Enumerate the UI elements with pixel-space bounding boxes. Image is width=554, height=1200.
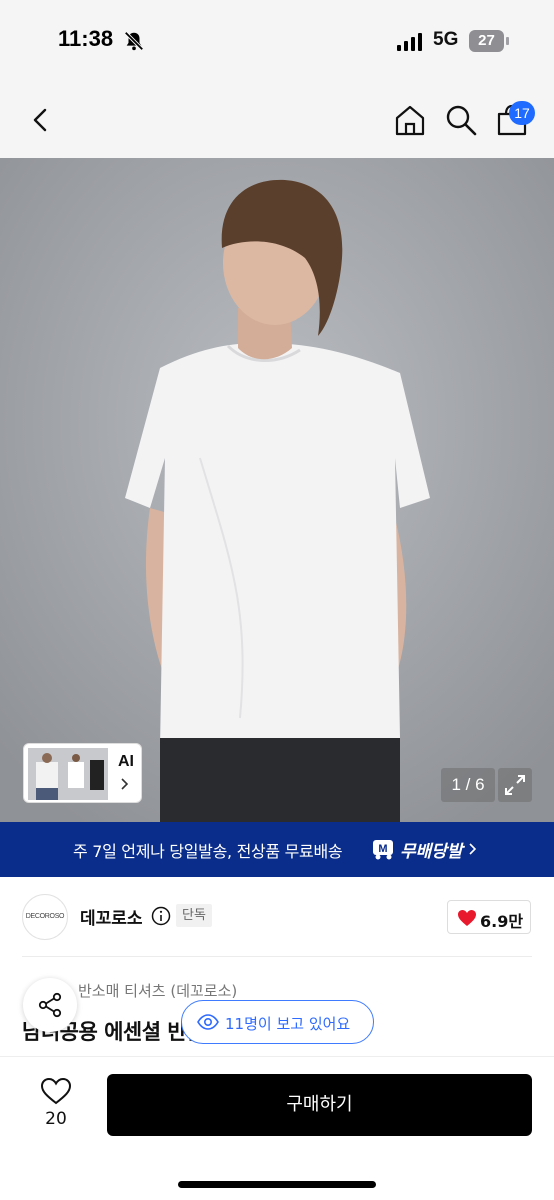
viewers-text: 11명이 보고 있어요	[225, 1015, 351, 1033]
product-image[interactable]	[0, 158, 554, 822]
signal-icon	[397, 33, 422, 51]
divider	[22, 956, 532, 957]
svg-text:M: M	[378, 843, 387, 855]
home-button[interactable]	[392, 102, 428, 138]
status-time: 11:38	[58, 26, 114, 51]
bell-off-icon	[124, 31, 144, 51]
home-indicator	[178, 1181, 376, 1188]
bottom-action-bar: 20 구매하기	[0, 1056, 554, 1200]
search-button[interactable]	[443, 102, 479, 138]
thumbnail-strip	[28, 748, 108, 800]
battery-icon: 27	[469, 30, 509, 52]
chevron-right-icon	[469, 843, 477, 855]
shipping-banner[interactable]: 주 7일 언제나 당일발송, 전상품 무료배송 M 무배당발	[0, 822, 554, 877]
brand-logo[interactable]: DECOROSO	[22, 894, 68, 940]
like-count: 6.9만	[480, 912, 524, 931]
expand-icon	[505, 775, 525, 795]
expand-image-button[interactable]	[498, 768, 532, 802]
product-category[interactable]: 반소매 티셔츠 (데꼬로소)	[78, 980, 237, 1001]
heart-icon	[458, 910, 476, 926]
info-icon[interactable]	[151, 906, 171, 926]
chevron-right-icon	[121, 778, 129, 790]
share-icon	[38, 992, 62, 1018]
buy-button[interactable]: 구매하기	[107, 1074, 532, 1136]
network-label: 5G	[433, 29, 459, 50]
shipping-service-name: 무배당발	[400, 842, 463, 862]
exclusive-badge: 단독	[176, 904, 212, 927]
model-photo	[0, 158, 554, 822]
battery-level: 27	[469, 30, 504, 52]
viewers-indicator: 11명이 보고 있어요	[181, 1000, 374, 1044]
image-page-counter: 1 / 6	[441, 768, 495, 802]
cart-count-badge: 17	[509, 101, 535, 125]
delivery-logo-icon: M	[373, 840, 393, 860]
status-bar: 11:38 5G 27	[0, 0, 554, 84]
share-button[interactable]	[23, 978, 77, 1032]
wishlist-count: 20	[45, 1109, 67, 1129]
brand-like-button[interactable]: 6.9만	[447, 900, 531, 934]
wishlist-button[interactable]: 20	[26, 1075, 86, 1135]
ai-thumbnail-card[interactable]: AI	[23, 743, 142, 803]
ai-label: AI	[118, 753, 134, 770]
brand-name[interactable]: 데꼬로소	[80, 904, 143, 929]
brand-row: DECOROSO 데꼬로소 단독 6.9만	[0, 877, 554, 957]
back-button[interactable]	[22, 102, 58, 138]
shipping-text: 주 7일 언제나 당일발송, 전상품 무료배송	[73, 842, 343, 861]
eye-icon	[197, 1014, 219, 1030]
heart-outline-icon	[40, 1077, 72, 1105]
top-nav	[0, 84, 554, 158]
